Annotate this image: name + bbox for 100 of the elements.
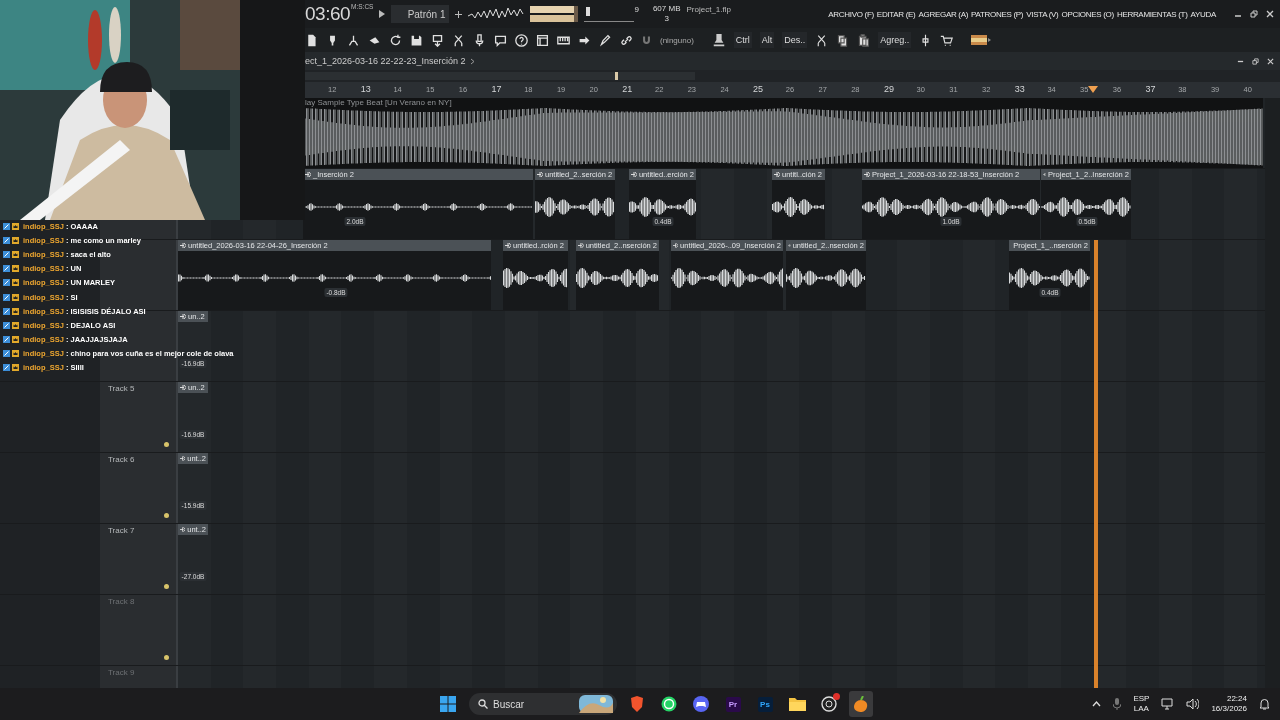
menu-item[interactable]: AGREGAR (A)	[918, 9, 969, 19]
toolbar-button[interactable]: Alt	[759, 32, 775, 48]
save-icon[interactable]	[410, 33, 423, 47]
save-down-icon[interactable]	[431, 33, 444, 47]
slider-thumb[interactable]	[586, 6, 591, 16]
copy-icon[interactable]	[836, 33, 850, 47]
clip-icon	[631, 172, 637, 177]
clip-icon	[180, 456, 186, 461]
bar-number: 25	[753, 84, 764, 94]
speaker-icon[interactable]	[1186, 698, 1200, 710]
track-name: Track 6	[108, 455, 135, 464]
search-icon	[478, 699, 488, 709]
sword-badge-icon	[3, 364, 10, 372]
crown-badge-icon	[12, 293, 19, 301]
play-icon[interactable]	[379, 10, 386, 18]
stamp-icon[interactable]	[711, 33, 726, 47]
crown-badge-icon	[12, 222, 19, 230]
menu-item[interactable]: PATRONES (P)	[971, 9, 1024, 19]
crown-badge-icon	[12, 364, 19, 372]
bar-number: 13	[360, 84, 371, 94]
audio-clip[interactable]: lay Sample Type Beat [Un Verano en NY]	[303, 98, 1263, 168]
window-icon[interactable]	[536, 33, 549, 47]
chevron-up-icon[interactable]	[1092, 701, 1102, 707]
link-icon[interactable]	[620, 33, 633, 47]
track-header[interactable]: Track 7	[0, 524, 178, 594]
waveform	[629, 197, 696, 217]
flag-icon[interactable]	[971, 35, 992, 45]
clip-icon	[788, 243, 791, 248]
sword-badge-icon	[3, 336, 10, 344]
track-led[interactable]	[164, 513, 169, 518]
crown-badge-icon	[12, 336, 19, 344]
menu-item[interactable]: EDITAR (E)	[876, 9, 916, 19]
waveform	[772, 197, 825, 217]
clip-title: lay Sample Type Beat [Un Verano en NY]	[304, 98, 453, 108]
sword-badge-icon	[3, 350, 10, 358]
waveform	[503, 268, 568, 288]
help-icon[interactable]	[515, 33, 528, 47]
windows-start-icon[interactable]	[440, 696, 456, 712]
microphone-icon[interactable]	[473, 33, 486, 47]
restore-icon[interactable]	[1250, 10, 1258, 18]
toolbar-button[interactable]: Ctrl	[733, 32, 752, 48]
restore-icon[interactable]	[1252, 57, 1259, 65]
track-led[interactable]	[164, 442, 169, 447]
project-filename: Project_1.flp	[686, 4, 731, 14]
snap-selector[interactable]: (ninguno)	[660, 35, 694, 45]
controller-icon	[693, 696, 709, 712]
clock-time[interactable]: 22:24	[1226, 694, 1247, 704]
menu-item[interactable]: AYUDA	[1190, 9, 1216, 19]
pattern-selector[interactable]: Patrón 1	[391, 5, 450, 23]
bar-number: 21	[622, 84, 633, 94]
cpu-reading: 9	[634, 4, 639, 14]
breadcrumb[interactable]: ect_1_2026-03-16 22-22-23_Inserción 2	[305, 56, 466, 66]
sword-badge-icon	[3, 250, 10, 258]
bell-icon[interactable]	[1259, 698, 1270, 710]
keyboard-layout-label[interactable]: LAA	[1133, 704, 1149, 714]
clip-icon	[864, 172, 870, 177]
fruit-icon	[854, 696, 868, 712]
plus-icon[interactable]	[455, 10, 463, 18]
paste-icon[interactable]	[857, 33, 871, 47]
menu-item[interactable]: OPCIONES (O)	[1061, 9, 1114, 19]
pencil-icon[interactable]	[599, 33, 612, 47]
menu-item[interactable]: ARCHIVO (F)	[828, 9, 874, 19]
track-led[interactable]	[164, 655, 169, 660]
track-header[interactable]: Track 6	[0, 453, 178, 523]
clock-date[interactable]: 16/3/2026	[1211, 704, 1247, 714]
clip-icon	[578, 243, 584, 248]
cart-icon[interactable]	[940, 33, 954, 47]
clip-icon	[537, 172, 543, 177]
song-time: 03:60	[305, 3, 351, 25]
crown-badge-icon	[12, 279, 19, 287]
clip-icon	[180, 314, 186, 319]
toolbar-button[interactable]: Agreg..	[878, 32, 912, 48]
ring-icon	[821, 696, 837, 712]
menu-item[interactable]: VISTA (V)	[1026, 9, 1059, 19]
menu-item[interactable]: HERRAMIENTAS (T)	[1116, 9, 1188, 19]
clip-icon	[305, 172, 311, 177]
clip-icon	[180, 243, 186, 248]
taskbar-button[interactable]: Ps	[753, 691, 777, 717]
taskbar-button[interactable]: Pr	[721, 691, 745, 717]
horizontal-scrollbar[interactable]	[305, 72, 695, 80]
scissors-icon[interactable]	[452, 33, 465, 47]
track-led[interactable]	[164, 584, 169, 589]
track-name: Track 5	[108, 384, 135, 393]
language-label[interactable]: ESP	[1133, 694, 1150, 704]
chevron-icon	[469, 57, 475, 65]
playhead-marker[interactable]	[1088, 86, 1098, 93]
refresh-icon[interactable]	[389, 33, 402, 47]
bar-number: 33	[1014, 84, 1025, 94]
magnet-icon[interactable]	[641, 34, 652, 46]
memory-reading: 607 MB	[652, 4, 681, 14]
track-header[interactable]: Track 5	[0, 382, 178, 452]
toolbar-button[interactable]: Des..	[782, 32, 808, 48]
pitch-slider[interactable]	[584, 6, 635, 22]
clip-icon	[505, 243, 511, 248]
speech-bubble-icon[interactable]	[494, 33, 507, 47]
sword-badge-icon	[3, 293, 10, 301]
sword-badge-icon	[3, 321, 10, 329]
close-icon[interactable]	[1267, 57, 1274, 65]
close-icon[interactable]	[1266, 10, 1274, 18]
network-icon[interactable]	[1161, 698, 1175, 710]
